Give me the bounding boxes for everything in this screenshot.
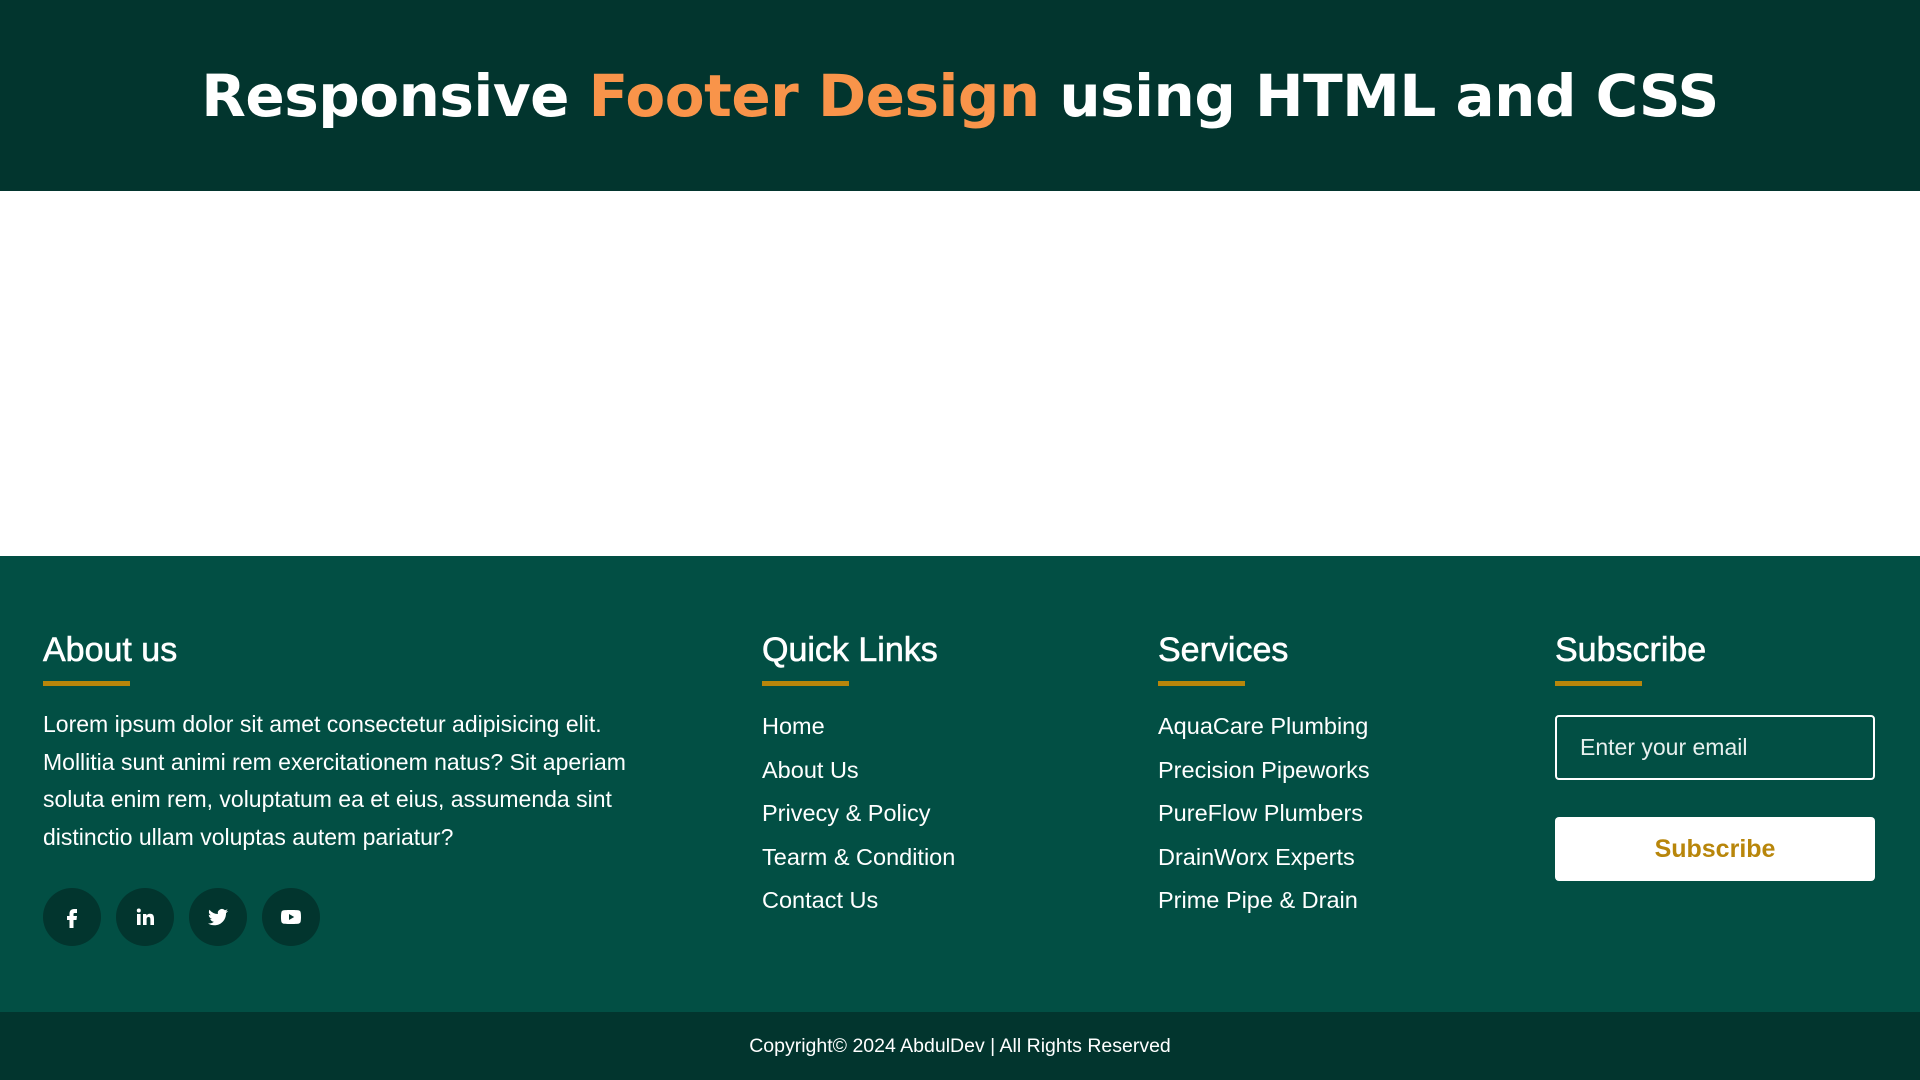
twitter-link[interactable] <box>189 888 247 947</box>
youtube-link[interactable] <box>262 888 320 947</box>
email-input[interactable] <box>1555 715 1875 780</box>
about-heading: About us <box>43 631 178 670</box>
copyright-bar: Copyright© 2024 AbdulDev | All Rights Re… <box>0 1012 1920 1080</box>
subscribe-heading: Subscribe <box>1555 631 1707 670</box>
service-link[interactable]: DrainWorx Experts <box>1158 836 1518 880</box>
facebook-link[interactable] <box>43 888 101 947</box>
service-link[interactable]: AquaCare Plumbing <box>1158 705 1518 749</box>
youtube-icon <box>281 910 301 925</box>
content-area <box>0 191 1920 556</box>
page-title: Responsive Footer Design using HTML and … <box>201 62 1719 130</box>
heading-underline <box>762 681 849 686</box>
services-heading: Services <box>1158 631 1289 670</box>
heading-underline <box>43 681 130 686</box>
linkedin-icon <box>136 908 154 926</box>
quick-link-about-us[interactable]: About Us <box>762 749 1122 793</box>
title-part-2: using HTML and CSS <box>1039 61 1719 130</box>
quick-link-privacy-policy[interactable]: Privecy & Policy <box>762 792 1122 836</box>
social-links <box>43 888 663 947</box>
quick-links-heading: Quick Links <box>762 631 938 670</box>
title-accent: Footer Design <box>588 61 1041 130</box>
twitter-icon <box>208 909 228 926</box>
subscribe-button[interactable]: Subscribe <box>1555 817 1875 881</box>
about-section: About us Lorem ipsum dolor sit amet cons… <box>43 630 663 947</box>
page-header: Responsive Footer Design using HTML and … <box>0 0 1920 191</box>
title-part-1: Responsive <box>201 61 589 130</box>
quick-link-home[interactable]: Home <box>762 705 1122 749</box>
quick-link-terms-condition[interactable]: Tearm & Condition <box>762 836 1122 880</box>
service-link[interactable]: Prime Pipe & Drain <box>1158 879 1518 923</box>
footer: About us Lorem ipsum dolor sit amet cons… <box>0 556 1920 1012</box>
quick-links-list: Home About Us Privecy & Policy Tearm & C… <box>762 705 1122 923</box>
service-link[interactable]: PureFlow Plumbers <box>1158 792 1518 836</box>
service-link[interactable]: Precision Pipeworks <box>1158 749 1518 793</box>
facebook-icon <box>67 909 77 929</box>
about-text: Lorem ipsum dolor sit amet consectetur a… <box>43 711 626 850</box>
heading-underline <box>1555 681 1642 686</box>
subscribe-section: Subscribe Subscribe <box>1555 630 1875 881</box>
linkedin-link[interactable] <box>116 888 174 947</box>
quick-link-contact-us[interactable]: Contact Us <box>762 879 1122 923</box>
services-section: Services AquaCare Plumbing Precision Pip… <box>1158 630 1518 923</box>
services-list: AquaCare Plumbing Precision Pipeworks Pu… <box>1158 705 1518 923</box>
quick-links-section: Quick Links Home About Us Privecy & Poli… <box>762 630 1122 923</box>
copyright-text: Copyright© 2024 AbdulDev | All Rights Re… <box>749 1034 1171 1057</box>
heading-underline <box>1158 681 1245 686</box>
